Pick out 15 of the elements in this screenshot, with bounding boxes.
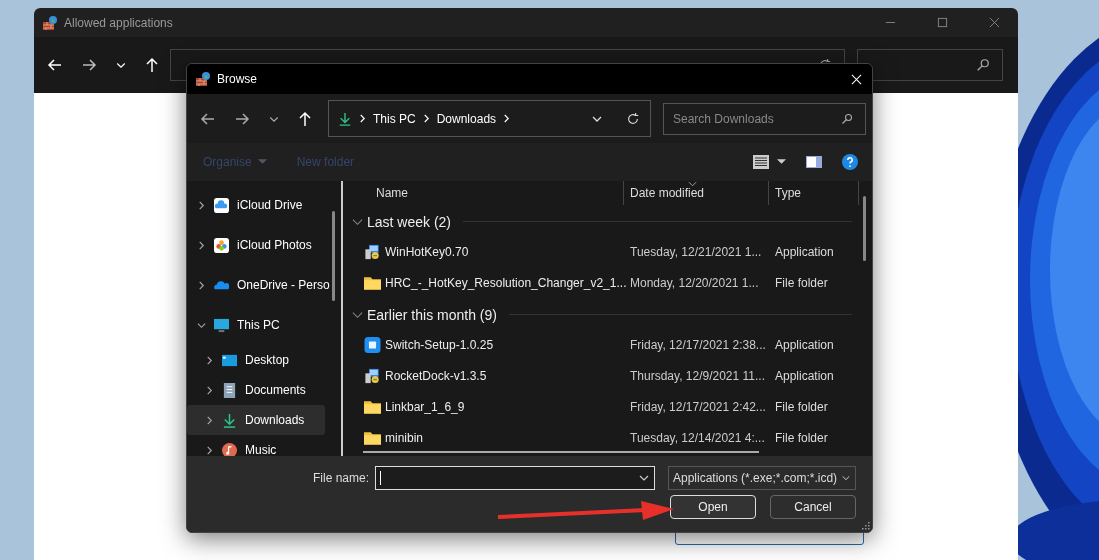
- date-modified: Friday, 12/17/2021 2:42...: [629, 399, 767, 414]
- file-type: Application: [774, 368, 835, 383]
- file-type: Application: [774, 244, 835, 259]
- date-modified: Thursday, 12/9/2021 11...: [629, 368, 766, 383]
- date-modified: Friday, 12/17/2021 2:38...: [629, 337, 767, 352]
- date-modified: Tuesday, 12/14/2021 4:...: [629, 430, 766, 445]
- file-type: File folder: [774, 275, 829, 290]
- field-label: File name:: [312, 471, 369, 485]
- file-type: File folder: [774, 399, 829, 414]
- dialog-title: Browse: [217, 72, 257, 86]
- date-modified: Tuesday, 12/21/2021 1...: [629, 244, 763, 259]
- file-type: Application: [774, 337, 835, 352]
- file-type: File folder: [774, 430, 829, 445]
- date-modified: Monday, 12/20/2021 1...: [629, 275, 760, 290]
- window-title: Allowed applications: [64, 15, 173, 30]
